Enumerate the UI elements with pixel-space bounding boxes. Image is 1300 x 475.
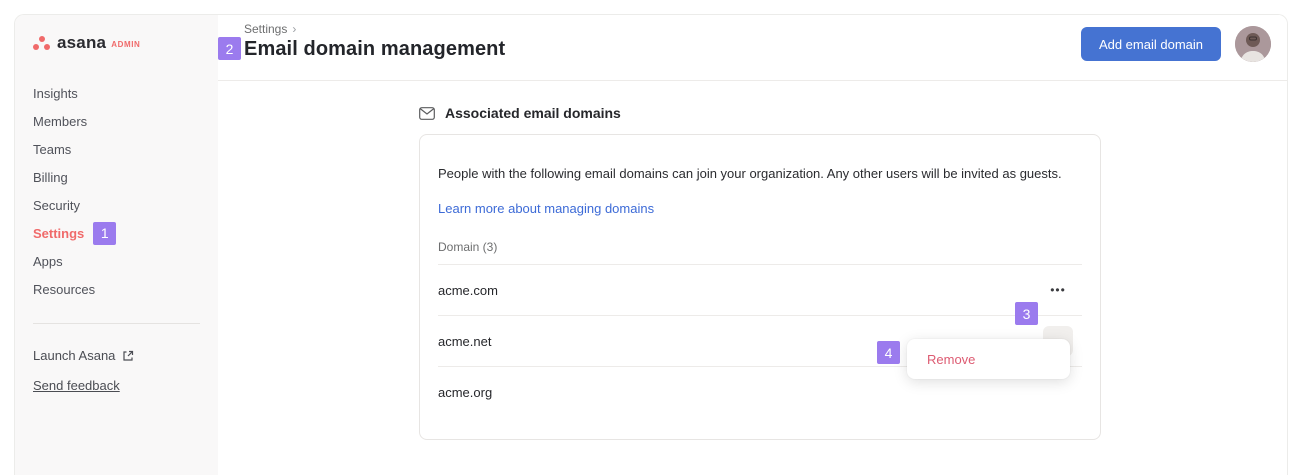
breadcrumb-settings[interactable]: Settings — [244, 22, 287, 36]
admin-label: ADMIN — [111, 37, 140, 49]
main-area: Settings › Email domain management 2 Add… — [218, 15, 1287, 475]
row-menu-button[interactable]: ••• — [1043, 275, 1073, 305]
domain-cell: acme.net — [438, 334, 491, 349]
sidebar-item-security[interactable]: Security — [15, 191, 218, 219]
domain-cell: acme.org — [438, 385, 492, 400]
annotation-badge-2: 2 — [218, 37, 241, 60]
envelope-icon — [419, 107, 435, 120]
learn-more-link[interactable]: Learn more about managing domains — [438, 201, 654, 216]
ellipsis-icon: ••• — [1050, 283, 1066, 297]
send-feedback-link[interactable]: Send feedback — [15, 370, 218, 400]
launch-asana-link[interactable]: Launch Asana — [15, 340, 218, 370]
row-context-menu: Remove — [907, 339, 1070, 379]
section-title: Associated email domains — [419, 105, 1101, 121]
email-domains-section: Associated email domains People with the… — [419, 105, 1101, 440]
sidebar-item-resources[interactable]: Resources — [15, 275, 218, 303]
external-link-icon — [122, 350, 134, 362]
annotation-badge-4: 4 — [877, 341, 900, 364]
avatar-photo — [1235, 26, 1271, 62]
annotation-badge-3: 3 — [1015, 302, 1038, 325]
header-actions: Add email domain — [1081, 26, 1271, 62]
domains-card: People with the following email domains … — [419, 134, 1101, 440]
sidebar-item-insights[interactable]: Insights — [15, 79, 218, 107]
remove-menu-item[interactable]: Remove — [907, 352, 975, 367]
sidebar-nav: Insights Members Teams Billing Security … — [15, 79, 218, 303]
user-avatar[interactable] — [1235, 26, 1271, 62]
page-header: Settings › Email domain management 2 Add… — [218, 15, 1287, 81]
asana-logo-icon — [33, 36, 50, 51]
app-window: asana ADMIN Insights Members Teams Billi… — [14, 14, 1288, 475]
annotation-badge-1: 1 — [93, 222, 116, 245]
sidebar-item-settings[interactable]: Settings 1 — [15, 219, 218, 247]
sidebar-item-members[interactable]: Members — [15, 107, 218, 135]
table-row: acme.com ••• — [420, 265, 1100, 315]
asana-logo[interactable]: asana ADMIN — [15, 31, 218, 55]
sidebar-item-billing[interactable]: Billing — [15, 163, 218, 191]
card-description: People with the following email domains … — [420, 148, 1100, 182]
add-email-domain-button[interactable]: Add email domain — [1081, 27, 1221, 61]
sidebar-item-teams[interactable]: Teams — [15, 135, 218, 163]
asana-logo-wordmark: asana — [57, 33, 106, 53]
chevron-right-icon: › — [292, 22, 296, 36]
sidebar-footer: Launch Asana Send feedback — [15, 340, 218, 400]
domain-column-header: Domain (3) — [420, 240, 1100, 254]
domain-cell: acme.com — [438, 283, 498, 298]
sidebar-item-apps[interactable]: Apps — [15, 247, 218, 275]
sidebar-divider — [33, 323, 200, 324]
sidebar: asana ADMIN Insights Members Teams Billi… — [15, 15, 218, 475]
